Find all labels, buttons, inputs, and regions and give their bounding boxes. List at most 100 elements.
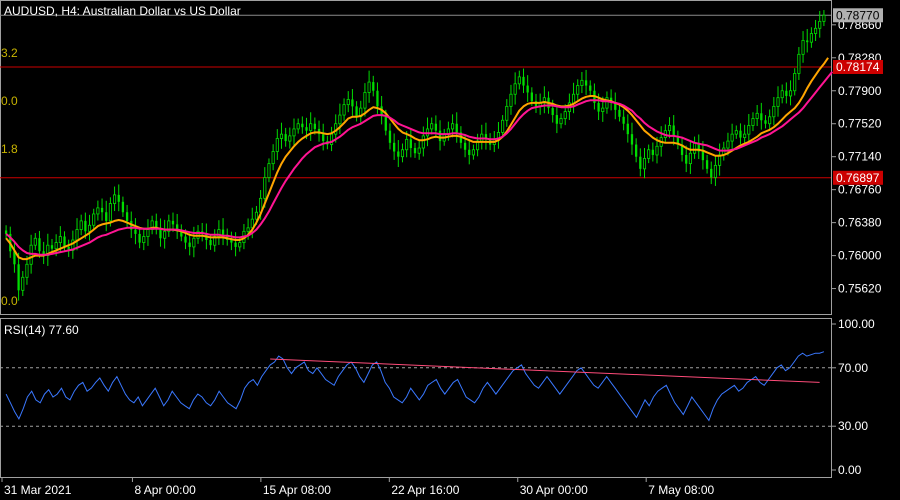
candle-body xyxy=(785,90,788,96)
candle-body xyxy=(50,245,54,249)
candle-body xyxy=(818,20,822,29)
candle-body xyxy=(780,90,784,99)
candle-body xyxy=(455,123,458,133)
candle-body xyxy=(688,152,692,165)
candle-body xyxy=(342,104,346,116)
candle-body xyxy=(267,163,271,178)
candle-body xyxy=(584,80,588,86)
candle-body xyxy=(788,90,793,97)
candle-body xyxy=(363,92,367,109)
candle-body xyxy=(284,134,287,142)
rsi-tick-label: 0.00 xyxy=(838,463,862,477)
candle-body xyxy=(463,142,467,150)
rsi-tick-label: 30.00 xyxy=(838,419,868,433)
candle-body xyxy=(54,242,58,250)
candle-body xyxy=(17,264,20,291)
price-tick-label: 0.75620 xyxy=(838,282,882,296)
candle-body xyxy=(38,238,41,252)
candle-body xyxy=(384,115,387,131)
candle-body xyxy=(263,177,267,199)
chart-background xyxy=(0,0,900,500)
time-tick-label: 15 Apr 08:00 xyxy=(263,483,331,497)
candle-body xyxy=(797,53,801,74)
time-tick-label: 7 May 08:00 xyxy=(648,483,714,497)
candle-body xyxy=(626,123,629,135)
candle-body xyxy=(376,90,379,107)
candle-body xyxy=(563,111,567,119)
candle-body xyxy=(188,242,191,247)
candle-body xyxy=(513,83,517,95)
candle-body xyxy=(713,164,717,178)
candle-body xyxy=(471,149,475,156)
candle-body xyxy=(142,236,146,243)
candle-body xyxy=(572,93,576,104)
candle-body xyxy=(434,123,438,131)
candle-body xyxy=(755,112,759,119)
price-tick-label: 0.76000 xyxy=(838,249,882,263)
candle-body xyxy=(338,114,342,125)
candle-body xyxy=(743,133,747,139)
candle-body xyxy=(221,229,225,235)
candle-body xyxy=(275,138,279,152)
candle-body xyxy=(647,149,651,159)
candle-body xyxy=(776,97,780,107)
candle-body xyxy=(576,85,580,95)
candle-body xyxy=(589,85,592,91)
candle-body xyxy=(184,236,187,243)
candle-body xyxy=(822,14,826,22)
candle-body xyxy=(171,220,175,225)
candle-body xyxy=(701,151,705,161)
candle-body xyxy=(417,147,421,154)
price-tick-label: 0.77520 xyxy=(838,117,882,131)
candle-body xyxy=(117,194,120,202)
price-tick-label: 0.77900 xyxy=(838,84,882,98)
hline-badge-0-label: 0.78174 xyxy=(836,60,880,74)
candle-body xyxy=(125,212,129,221)
candle-body xyxy=(639,156,642,169)
candle-body xyxy=(63,236,66,247)
time-tick-label: 8 Apr 00:00 xyxy=(134,483,196,497)
candle-body xyxy=(667,125,672,132)
candle-body xyxy=(292,128,296,137)
candle-body xyxy=(751,118,755,126)
candle-body xyxy=(468,149,471,155)
candle-body xyxy=(672,125,675,136)
candle-body xyxy=(764,120,767,124)
candle-body xyxy=(793,73,797,92)
candle-body xyxy=(801,40,805,55)
candle-body xyxy=(238,242,242,248)
candle-body xyxy=(634,144,638,157)
candle-body xyxy=(739,130,742,138)
candle-body xyxy=(651,149,654,155)
candle-body xyxy=(301,123,304,128)
time-tick-label: 30 Apr 00:00 xyxy=(520,483,588,497)
candle-body xyxy=(551,108,554,116)
candle-body xyxy=(517,76,521,85)
candle-body xyxy=(772,105,776,118)
fib-label: 3.2 xyxy=(1,46,18,60)
candle-body xyxy=(192,237,196,248)
chart-title: AUDUSD, H4: Australian Dollar vs US Doll… xyxy=(4,4,241,18)
candle-body xyxy=(655,145,659,156)
candle-body xyxy=(146,229,150,237)
candle-body xyxy=(693,142,697,154)
candle-body xyxy=(92,213,96,226)
candle-body xyxy=(309,123,313,132)
candle-body xyxy=(747,125,751,135)
candle-body xyxy=(296,123,300,130)
candle-body xyxy=(726,140,730,149)
candle-body xyxy=(33,237,37,246)
candle-body xyxy=(108,203,112,222)
candle-body xyxy=(768,116,772,125)
candle-body xyxy=(530,92,533,102)
candle-body xyxy=(814,27,818,34)
price-axis: 0.786600.782800.779000.775200.771400.767… xyxy=(831,8,883,296)
candle-body xyxy=(254,211,258,220)
candle-body xyxy=(113,194,117,204)
candle-body xyxy=(730,133,734,142)
candle-body xyxy=(806,40,809,43)
candle-body xyxy=(234,242,237,247)
candle-body xyxy=(79,220,83,230)
candle-body xyxy=(509,93,513,107)
candle-body xyxy=(87,224,92,232)
